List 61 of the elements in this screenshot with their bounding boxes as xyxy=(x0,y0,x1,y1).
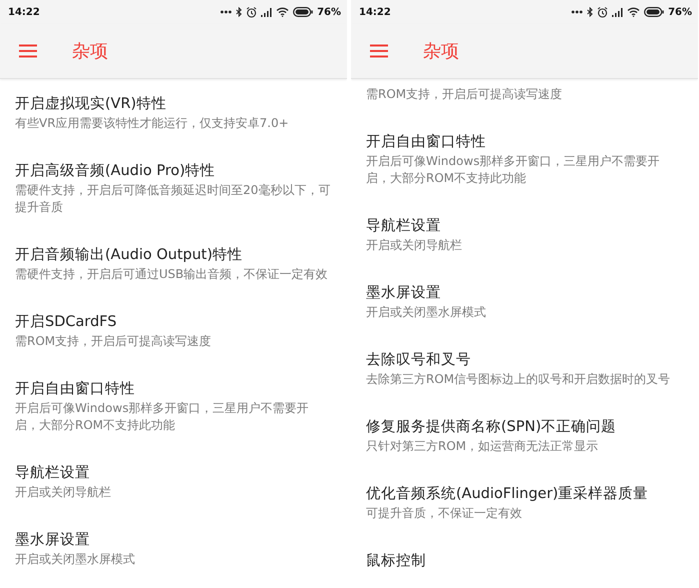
setting-row[interactable]: 开启音频输出(Audio Output)特性 需硬件支持，开启后可通过USB输出音频，不保证一定有效 xyxy=(0,230,347,297)
alarm-icon xyxy=(246,6,258,18)
setting-row[interactable]: 鼠标控制 xyxy=(351,536,698,586)
setting-row[interactable]: 墨水屏设置 开启或关闭墨水屏模式 xyxy=(0,515,347,582)
setting-title: 开启音频输出(Audio Output)特性 xyxy=(15,246,244,265)
setting-title: 开启高级音频(Audio Pro)特性 xyxy=(15,162,216,181)
setting-title: 开启虚拟现实(VR)特性 xyxy=(15,94,168,114)
setting-description: 开启后可像Windows那样多开窗口，三星用户不需要开启，大部分ROM不支持此功能 xyxy=(366,153,661,187)
setting-description: 开启或关闭导航栏 xyxy=(366,237,463,254)
signal-icon xyxy=(261,8,272,16)
bluetooth-icon xyxy=(236,7,242,17)
status-time: 14:22 xyxy=(359,6,391,18)
wifi-icon xyxy=(276,7,290,17)
setting-title: 墨水屏设置 xyxy=(366,284,442,303)
setting-description: 只针对第三方ROM，如运营商无法正常显示 xyxy=(366,438,600,455)
setting-description: 可提升音质，不保证一定有效 xyxy=(366,505,523,522)
setting-title: 优化音频系统(AudioFlinger)重采样器质量 xyxy=(366,484,650,504)
app-title: 杂项 xyxy=(423,40,459,63)
setting-description: 需硬件支持，开启后可降低音频延迟时间至20毫秒以下，可提升音质 xyxy=(15,182,332,216)
more-icon xyxy=(571,10,584,14)
battery-icon xyxy=(644,7,664,17)
battery-icon xyxy=(293,7,314,17)
setting-row[interactable]: 开启高级音频(Audio Pro)特性 需硬件支持，开启后可降低音频延迟时间至20毫秒以下，可提升音质 xyxy=(0,146,347,230)
alarm-icon xyxy=(597,6,608,18)
battery-percent: 76% xyxy=(668,6,692,18)
setting-title: 开启自由窗口特性 xyxy=(15,380,136,399)
setting-row[interactable]: 墨水屏设置 开启或关闭墨水屏模式 xyxy=(351,268,698,335)
battery-percent: 76% xyxy=(317,6,341,18)
setting-row[interactable]: 去除叹号和叉号 去除第三方ROM信号图标边上的叹号和开启数据时的叉号 xyxy=(351,335,698,402)
setting-description: 有些VR应用需要该特性才能运行，仅支持安卓7.0+ xyxy=(15,115,290,132)
setting-row[interactable]: 导航栏设置 开启或关闭导航栏 xyxy=(351,201,698,268)
setting-description: 开启或关闭墨水屏模式 xyxy=(366,304,487,321)
setting-description: 开启或关闭墨水屏模式 xyxy=(15,551,136,568)
setting-row[interactable]: 导航栏设置 开启或关闭导航栏 xyxy=(0,448,347,515)
setting-title: 导航栏设置 xyxy=(15,464,91,483)
setting-row[interactable]: 需ROM支持，开启后可提高读写速度 xyxy=(351,79,698,117)
setting-description: 去除第三方ROM信号图标边上的叹号和开启数据时的叉号 xyxy=(366,371,672,388)
setting-title: 修复服务提供商名称(SPN)不正确问题 xyxy=(366,418,618,437)
setting-title: 开启自由窗口特性 xyxy=(366,132,487,152)
status-time: 14:22 xyxy=(8,6,40,18)
setting-title: 墨水屏设置 xyxy=(15,531,91,550)
setting-row[interactable]: 修复服务提供商名称(SPN)不正确问题 只针对第三方ROM，如运营商无法正常显示 xyxy=(351,402,698,469)
bluetooth-icon xyxy=(587,7,594,17)
setting-title: 去除叹号和叉号 xyxy=(366,351,472,370)
wifi-icon xyxy=(627,7,640,17)
setting-row[interactable]: 开启虚拟现实(VR)特性 有些VR应用需要该特性才能运行，仅支持安卓7.0+ xyxy=(0,79,347,146)
setting-row[interactable]: 优化音频系统(AudioFlinger)重采样器质量 可提升音质，不保证一定有效 xyxy=(351,469,698,536)
signal-icon xyxy=(612,8,624,16)
setting-description: 需ROM支持，开启后可提高读写速度 xyxy=(15,333,212,350)
setting-title: 导航栏设置 xyxy=(366,217,442,236)
setting-title: 鼠标控制 xyxy=(366,552,427,571)
setting-title: 开启SDCardFS xyxy=(15,312,118,332)
setting-description: 开启或关闭导航栏 xyxy=(15,484,112,501)
more-icon xyxy=(220,10,232,14)
setting-description: 需硬件支持，开启后可通过USB输出音频，不保证一定有效 xyxy=(15,266,329,283)
setting-row[interactable]: 开启SDCardFS 需ROM支持，开启后可提高读写速度 xyxy=(0,297,347,364)
setting-row[interactable]: 开启自由窗口特性 开启后可像Windows那样多开窗口，三星用户不需要开启，大部分ROM不支持此功能 xyxy=(351,117,698,201)
setting-row[interactable]: 开启自由窗口特性 开启后可像Windows那样多开窗口，三星用户不需要开启，大部分ROM不支持此功能 xyxy=(0,364,347,448)
setting-description: 需ROM支持，开启后可提高读写速度 xyxy=(366,86,564,103)
setting-description: 开启后可像Windows那样多开窗口，三星用户不需要开启，大部分ROM不支持此功能 xyxy=(15,400,310,434)
app-title: 杂项 xyxy=(72,40,108,63)
